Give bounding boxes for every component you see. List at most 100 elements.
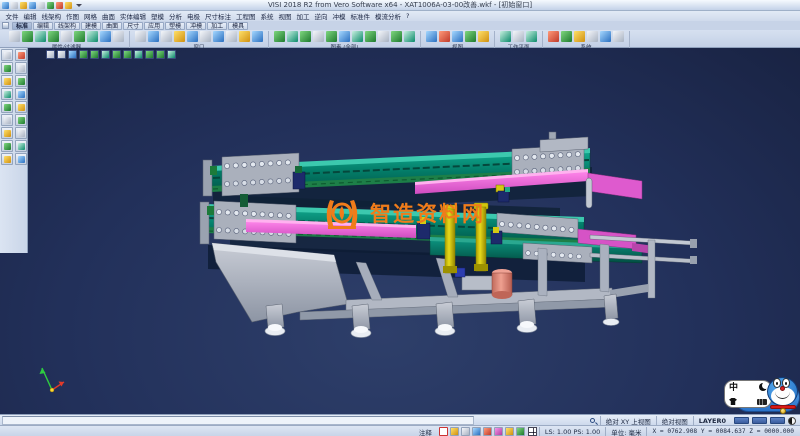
toolbar-icon[interactable] [174, 31, 185, 42]
toolbar-icon[interactable] [239, 31, 250, 42]
left-tool-icon[interactable] [15, 101, 27, 113]
menu-die[interactable]: 冲模 [330, 11, 348, 21]
ime-skin-icon[interactable] [729, 398, 737, 405]
left-tool-icon[interactable] [1, 114, 13, 126]
units-value[interactable]: 毫米 [628, 427, 641, 436]
menu-solid-edit[interactable]: 实体编辑 [118, 11, 149, 21]
status-icon[interactable] [439, 427, 448, 436]
tab-wireframe[interactable]: 线架构 [54, 22, 80, 30]
menu-mesh[interactable]: 网格 [82, 11, 100, 21]
tab-edit[interactable]: 编辑 [33, 22, 53, 30]
toolbar-icon[interactable] [135, 31, 146, 42]
menu-help[interactable]: ? [404, 12, 412, 20]
viewport-3d[interactable]: 智造资料网 中 [0, 48, 800, 414]
toolbar-icon[interactable] [326, 31, 337, 42]
toolbar-icon[interactable] [161, 31, 172, 42]
menu-analysis[interactable]: 分析 [167, 11, 185, 21]
menu-system[interactable]: 系统 [258, 11, 276, 21]
toolbar-icon[interactable] [378, 31, 389, 42]
toolbar-icon[interactable] [513, 31, 524, 42]
menu-flow-analysis[interactable]: 模流分析 [373, 11, 404, 21]
toolbar-icon[interactable] [574, 31, 585, 42]
toolbar-icon[interactable] [213, 31, 224, 42]
menu-view[interactable]: 视图 [276, 11, 294, 21]
toolbar-icon[interactable] [439, 31, 450, 42]
left-tool-icon[interactable] [15, 62, 27, 74]
toolbar-icon[interactable] [404, 31, 415, 42]
menu-electrode[interactable]: 电极 [185, 11, 203, 21]
left-tool-icon[interactable] [15, 49, 27, 61]
menu-edit[interactable]: 编辑 [21, 11, 39, 21]
toolbar-icon[interactable] [87, 31, 98, 42]
menu-wireframe[interactable]: 线架构 [39, 11, 64, 21]
toolbar-icon[interactable] [61, 31, 72, 42]
tab-modeling[interactable]: 建模 [81, 22, 101, 30]
left-tool-icon[interactable] [15, 88, 27, 100]
tab-machining[interactable]: 加工 [207, 22, 227, 30]
tab-dimension[interactable]: 尺寸 [123, 22, 143, 30]
menu-drawing[interactable]: 工程图 [234, 11, 259, 21]
left-tool-icon[interactable] [1, 75, 13, 87]
status-icon[interactable] [494, 427, 503, 436]
toolbar-icon[interactable] [426, 31, 437, 42]
toolbar-icon[interactable] [200, 31, 211, 42]
menu-mould[interactable]: 塑模 [149, 11, 167, 21]
left-tool-icon[interactable] [15, 140, 27, 152]
toolbar-icon[interactable] [226, 31, 237, 42]
toolbar-icon[interactable] [352, 31, 363, 42]
menu-surface[interactable]: 曲面 [100, 11, 118, 21]
toolbar-icon[interactable] [148, 31, 159, 42]
toolbar-icon[interactable] [587, 31, 598, 42]
ime-mode-button[interactable]: 中 [729, 383, 748, 394]
search-icon[interactable] [590, 418, 595, 423]
left-tool-icon[interactable] [1, 101, 13, 113]
left-tool-icon[interactable] [15, 75, 27, 87]
toolbar-icon[interactable] [500, 31, 511, 42]
toolbar-icon[interactable] [48, 31, 59, 42]
menu-dimension[interactable]: 尺寸标注 [203, 11, 234, 21]
toolbar-icon[interactable] [74, 31, 85, 42]
toolbar-icon[interactable] [252, 31, 263, 42]
status-icon[interactable] [450, 427, 459, 436]
tab-mould[interactable]: 塑模 [165, 22, 185, 30]
toolbar-icon[interactable] [35, 31, 46, 42]
toolbar-icon[interactable] [548, 31, 559, 42]
toolbar-icon[interactable] [113, 31, 124, 42]
toolbar-icon[interactable] [22, 31, 33, 42]
toolbar-icon[interactable] [313, 31, 324, 42]
left-tool-icon[interactable] [1, 49, 13, 61]
status-icon[interactable] [472, 427, 481, 436]
left-tool-icon[interactable] [1, 127, 13, 139]
toolbar-icon[interactable] [478, 31, 489, 42]
toolbar-icon[interactable] [274, 31, 285, 42]
toolbar-icon[interactable] [452, 31, 463, 42]
tab-application[interactable]: 应用 [144, 22, 164, 30]
tab-die[interactable]: 冲模 [186, 22, 206, 30]
toolbar-icon[interactable] [9, 31, 20, 42]
toolbar-icon[interactable] [287, 31, 298, 42]
menu-machining[interactable]: 加工 [294, 11, 312, 21]
status-view-name[interactable]: 绝对视图 [656, 416, 693, 425]
status-icon[interactable] [483, 427, 492, 436]
toolbar-toggle-icon[interactable] [2, 22, 9, 29]
left-tool-icon[interactable] [15, 114, 27, 126]
menu-file[interactable]: 文件 [3, 11, 21, 21]
menu-draw[interactable]: 作图 [64, 11, 82, 21]
note-label[interactable]: 注释 [413, 427, 438, 436]
left-tool-icon[interactable] [15, 127, 27, 139]
menu-reverse[interactable]: 逆向 [312, 11, 330, 21]
toolbar-icon[interactable] [187, 31, 198, 42]
ime-buttons-panel[interactable]: 中 [724, 380, 772, 408]
status-view-mode[interactable]: 绝对 XY 上视图 [600, 416, 656, 425]
toolbar-icon[interactable] [339, 31, 350, 42]
left-tool-icon[interactable] [1, 140, 13, 152]
left-tool-icon[interactable] [15, 153, 27, 165]
tab-standard[interactable]: 标准 [12, 22, 32, 30]
toolbar-icon[interactable] [465, 31, 476, 42]
tab-surface[interactable]: 曲面 [102, 22, 122, 30]
toolbar-icon[interactable] [600, 31, 611, 42]
toolbar-icon[interactable] [613, 31, 624, 42]
toolbar-icon[interactable] [391, 31, 402, 42]
ime-toolbar[interactable]: 中 [724, 376, 800, 420]
toolbar-icon[interactable] [365, 31, 376, 42]
